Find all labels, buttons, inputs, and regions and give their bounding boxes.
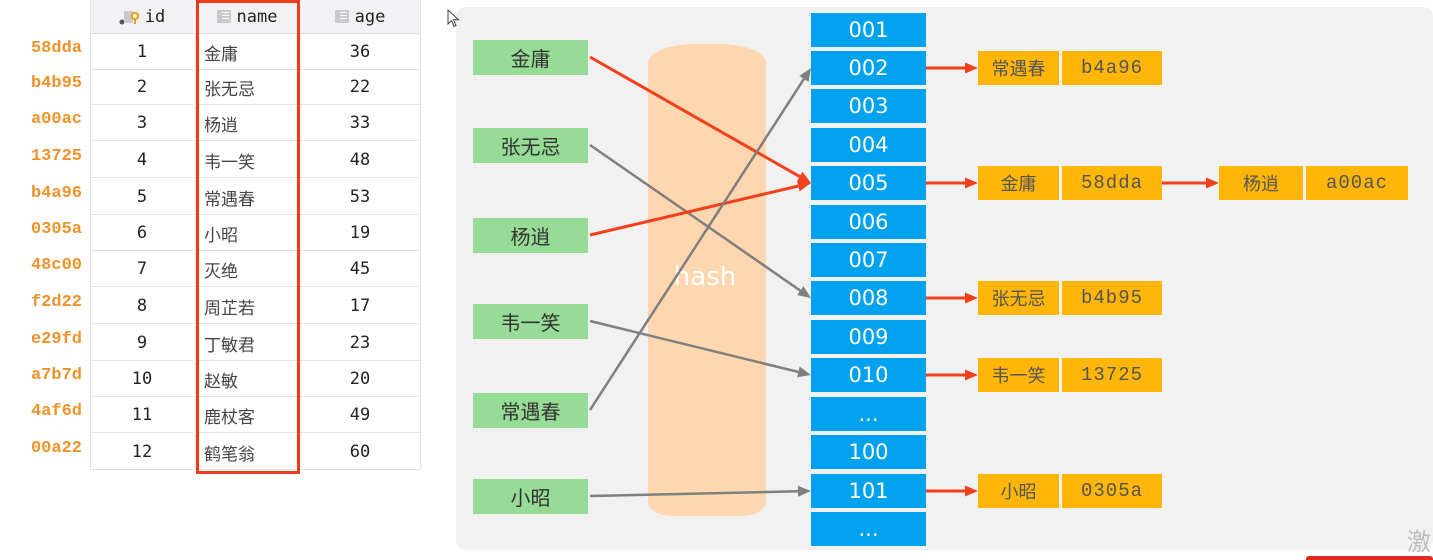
arrows-layer [588,55,1219,498]
chain-arrow-arrowhead-icon [1206,177,1219,189]
chain-arrow-arrowhead-icon [965,62,978,74]
chain-arrow-arrowhead-icon [965,177,978,189]
mapping-arrow-line [589,490,799,498]
mapping-arrow-line [588,78,805,411]
mapping-arrow-arrowhead-icon [797,485,811,497]
chain-arrow-arrowhead-icon [965,369,978,381]
mapping-arrow-arrowhead-icon [797,366,811,378]
mapping-arrow-arrowhead-icon [797,286,811,298]
mapping-arrow-line [589,55,801,178]
chain-arrow-arrowhead-icon [965,485,978,497]
chain-arrow-arrowhead-icon [965,292,978,304]
mapping-arrow-line [589,143,802,292]
red-bar [1306,556,1433,560]
mapping-arrow-line [589,184,799,237]
mapping-arrow-arrowhead-icon [799,68,811,82]
watermark: 激 [1407,528,1431,556]
mouse-cursor-icon [447,9,460,28]
mapping-arrow-line [589,319,799,374]
